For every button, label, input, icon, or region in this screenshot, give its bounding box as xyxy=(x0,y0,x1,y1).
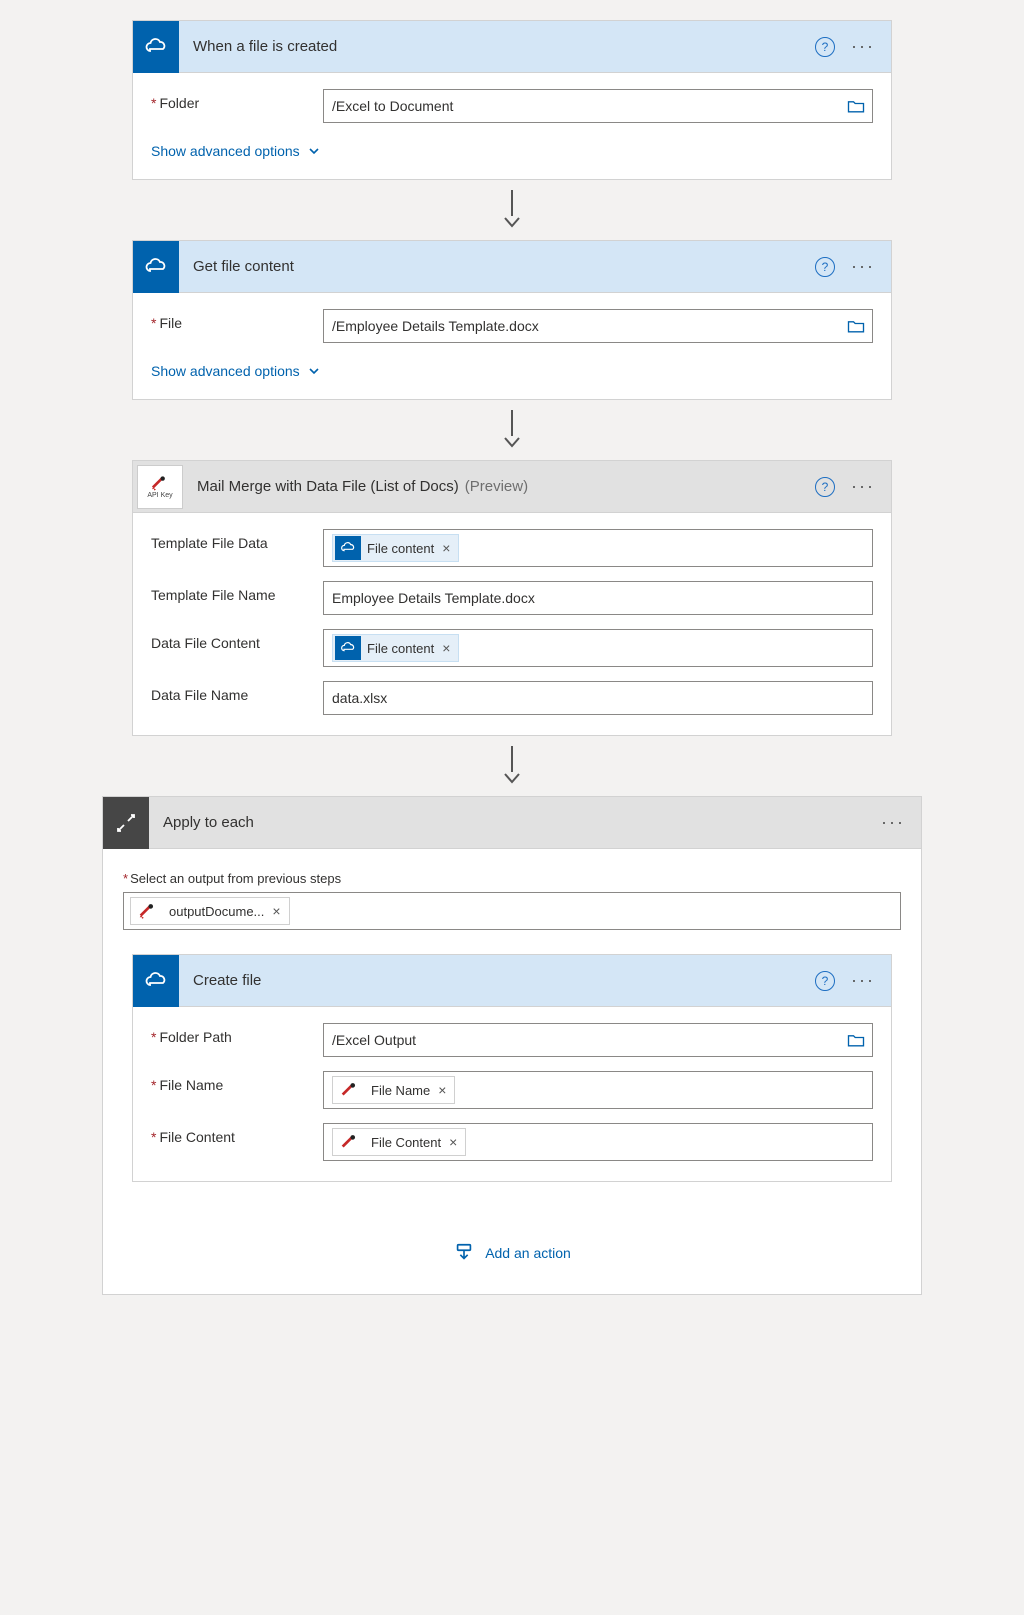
help-icon[interactable]: ? xyxy=(815,477,835,497)
file-content-token[interactable]: File Content × xyxy=(332,1128,466,1156)
token-remove-icon[interactable]: × xyxy=(438,1082,446,1098)
step-create-file: Create file ? ··· *Folder Path /Excel Ou… xyxy=(132,954,892,1182)
step-title: Apply to each xyxy=(149,814,877,831)
file-name-label: File Name xyxy=(159,1077,223,1093)
step-header[interactable]: Create file ? ··· xyxy=(133,955,891,1007)
step-header[interactable]: When a file is created ? ··· xyxy=(133,21,891,73)
more-icon[interactable]: ··· xyxy=(847,36,879,57)
connector-arrow xyxy=(511,410,513,450)
file-name-input[interactable]: File Name × xyxy=(323,1071,873,1109)
file-content-label: File Content xyxy=(159,1129,234,1145)
step-title: Get file content xyxy=(179,258,815,275)
connector-arrow xyxy=(511,190,513,230)
data-name-label: Data File Name xyxy=(151,687,248,703)
step-header[interactable]: Apply to each ··· xyxy=(103,797,921,849)
tpl-name-label: Template File Name xyxy=(151,587,276,603)
tpl-name-input[interactable]: Employee Details Template.docx xyxy=(323,581,873,615)
onedrive-icon xyxy=(133,241,179,293)
step-header[interactable]: Get file content ? ··· xyxy=(133,241,891,293)
file-name-token[interactable]: File Name × xyxy=(332,1076,455,1104)
token-remove-icon[interactable]: × xyxy=(442,540,450,556)
tpl-data-label: Template File Data xyxy=(151,535,268,551)
step-title: Mail Merge with Data File (List of Docs)… xyxy=(183,478,815,495)
folder-path-input[interactable]: /Excel Output xyxy=(323,1023,873,1057)
folder-picker-icon[interactable] xyxy=(845,1030,867,1050)
preview-badge: (Preview) xyxy=(465,478,528,495)
data-content-label: Data File Content xyxy=(151,635,260,651)
token-remove-icon[interactable]: × xyxy=(449,1134,457,1150)
help-icon[interactable]: ? xyxy=(815,257,835,277)
folder-picker-icon[interactable] xyxy=(845,96,867,116)
data-name-input[interactable]: data.xlsx xyxy=(323,681,873,715)
output-docs-token[interactable]: outputDocume... × xyxy=(130,897,290,925)
folder-input[interactable]: /Excel to Document xyxy=(323,89,873,123)
select-output-input[interactable]: outputDocume... × xyxy=(123,892,901,930)
step-apply-to-each: Apply to each ··· *Select an output from… xyxy=(102,796,922,1295)
file-content-input[interactable]: File Content × xyxy=(323,1123,873,1161)
onedrive-icon xyxy=(133,955,179,1007)
file-picker-icon[interactable] xyxy=(845,316,867,336)
step-get-file-content: Get file content ? ··· *File /Employee D… xyxy=(132,240,892,400)
folder-label: Folder xyxy=(159,95,199,111)
file-content-token[interactable]: File content × xyxy=(332,634,459,662)
loop-icon xyxy=(103,797,149,849)
help-icon[interactable]: ? xyxy=(815,971,835,991)
folder-path-label: Folder Path xyxy=(159,1029,231,1045)
select-output-label: Select an output from previous steps xyxy=(130,871,341,886)
step-title: Create file xyxy=(179,972,815,989)
more-icon[interactable]: ··· xyxy=(847,256,879,277)
more-icon[interactable]: ··· xyxy=(847,476,879,497)
show-advanced-link[interactable]: Show advanced options xyxy=(151,143,320,159)
step-title: When a file is created xyxy=(179,38,815,55)
apikey-icon: API Key xyxy=(137,465,183,509)
token-remove-icon[interactable]: × xyxy=(272,903,280,919)
file-content-token[interactable]: File content × xyxy=(332,534,459,562)
tpl-data-input[interactable]: File content × xyxy=(323,529,873,567)
more-icon[interactable]: ··· xyxy=(847,970,879,991)
step-when-file-created: When a file is created ? ··· *Folder /Ex… xyxy=(132,20,892,180)
token-remove-icon[interactable]: × xyxy=(442,640,450,656)
connector-arrow xyxy=(511,746,513,786)
file-label: File xyxy=(159,315,182,331)
help-icon[interactable]: ? xyxy=(815,37,835,57)
show-advanced-link[interactable]: Show advanced options xyxy=(151,363,320,379)
step-header[interactable]: API Key Mail Merge with Data File (List … xyxy=(133,461,891,513)
more-icon[interactable]: ··· xyxy=(877,812,909,833)
onedrive-icon xyxy=(133,21,179,73)
data-content-input[interactable]: File content × xyxy=(323,629,873,667)
file-input[interactable]: /Employee Details Template.docx xyxy=(323,309,873,343)
step-mail-merge: API Key Mail Merge with Data File (List … xyxy=(132,460,892,736)
add-action-button[interactable]: Add an action xyxy=(123,1242,901,1264)
